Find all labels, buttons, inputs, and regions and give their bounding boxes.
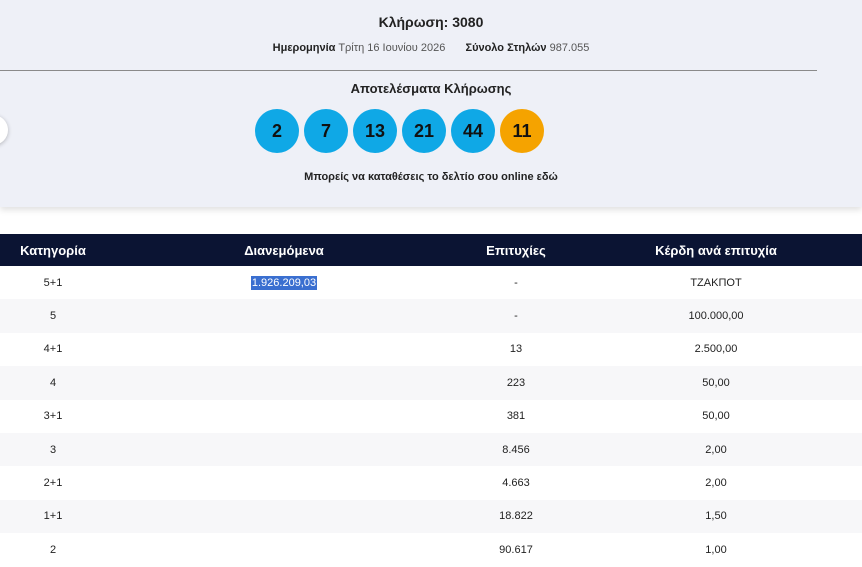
prize-cell: 50,00 bbox=[702, 410, 730, 423]
columns-value: 987.055 bbox=[549, 42, 590, 54]
winners-cell: - bbox=[514, 310, 518, 323]
header-distributed: Διανεμόμενα bbox=[106, 234, 462, 266]
date-label: Ημερομηνία bbox=[272, 42, 336, 54]
winners-cell: 381 bbox=[506, 410, 526, 423]
winners-cell: 4.663 bbox=[502, 477, 530, 490]
number-ball: 13 bbox=[353, 109, 397, 153]
table-row: 3 8.456 2,00 bbox=[0, 432, 862, 467]
winners-cell: 13 bbox=[509, 343, 523, 356]
category-cell: 3+1 bbox=[43, 410, 63, 423]
number-ball: 44 bbox=[451, 109, 495, 153]
category-cell: 4 bbox=[49, 376, 57, 389]
category-cell: 1+1 bbox=[43, 510, 63, 523]
category-cell: 5+1 bbox=[43, 276, 63, 289]
distributed-cell bbox=[106, 500, 462, 533]
category-cell: 2+1 bbox=[43, 477, 63, 490]
table-row: 4+1 13 2.500,00 bbox=[0, 332, 862, 367]
prize-cell: ΤΖΑΚΠΟΤ bbox=[690, 276, 742, 289]
draw-meta: Ημερομηνία Τρίτη 16 Ιουνίου 2026 Σύνολο … bbox=[0, 42, 862, 54]
prize-cell: 2,00 bbox=[705, 443, 727, 456]
distributed-cell bbox=[106, 299, 462, 332]
prize-cell: 2,00 bbox=[705, 477, 727, 490]
prize-cell: 1,50 bbox=[705, 510, 727, 523]
table-header-row: Κατηγορία Διανεμόμενα Επιτυχίες Κέρδη αν… bbox=[0, 234, 862, 266]
distributed-cell: 1.926.209,03 bbox=[106, 266, 462, 299]
prize-cell: 100.000,00 bbox=[688, 310, 744, 323]
date-value: Τρίτη 16 Ιουνίου 2026 bbox=[338, 42, 446, 54]
draw-panel: Κλήρωση: 3080 Ημερομηνία Τρίτη 16 Ιουνίο… bbox=[0, 0, 862, 207]
table-row: 5 - 100.000,00 bbox=[0, 299, 862, 333]
category-cell: 2 bbox=[49, 543, 57, 556]
table-row: 2+1 4.663 2,00 bbox=[0, 466, 862, 500]
category-cell: 4+1 bbox=[43, 343, 63, 356]
distributed-cell bbox=[106, 400, 462, 433]
table-row: 4 223 50,00 bbox=[0, 366, 862, 400]
number-ball: 21 bbox=[402, 109, 446, 153]
distributed-cell bbox=[106, 466, 462, 499]
number-ball: 7 bbox=[304, 109, 348, 153]
distributed-cell bbox=[106, 366, 462, 399]
winning-numbers: 2 7 13 21 44 11 bbox=[255, 109, 544, 153]
winners-cell: 8.456 bbox=[502, 443, 530, 456]
distributed-cell bbox=[106, 433, 462, 466]
header-category: Κατηγορία bbox=[0, 234, 106, 266]
columns-label: Σύνολο Στηλών bbox=[465, 42, 547, 54]
header-prize: Κέρδη ανά επιτυχία bbox=[570, 234, 862, 266]
table-row: 3+1 381 50,00 bbox=[0, 399, 862, 433]
results-title: Αποτελέσματα Κλήρωσης bbox=[350, 81, 512, 96]
divider bbox=[0, 70, 817, 71]
prize-cell: 1,00 bbox=[705, 543, 727, 556]
carousel-prev-button[interactable] bbox=[0, 115, 8, 145]
prize-table: Κατηγορία Διανεμόμενα Επιτυχίες Κέρδη αν… bbox=[0, 234, 862, 567]
bonus-ball: 11 bbox=[500, 109, 544, 153]
category-cell: 5 bbox=[49, 310, 57, 323]
winners-cell: 223 bbox=[506, 376, 526, 389]
winners-cell: 90.617 bbox=[499, 543, 533, 556]
table-row: 5+1 1.926.209,03 - ΤΖΑΚΠΟΤ bbox=[0, 266, 862, 300]
category-cell: 3 bbox=[49, 443, 57, 456]
draw-title: Κλήρωση: 3080 bbox=[378, 14, 484, 30]
distributed-cell bbox=[106, 333, 462, 366]
table-row: 2 90.617 1,00 bbox=[0, 533, 862, 567]
selected-text: 1.926.209,03 bbox=[250, 275, 318, 290]
prize-cell: 2.500,00 bbox=[694, 343, 738, 356]
header-winners: Επιτυχίες bbox=[462, 234, 570, 266]
table-row: 1+1 18.822 1,50 bbox=[0, 499, 862, 534]
winners-cell: 18.822 bbox=[499, 510, 533, 523]
number-ball: 2 bbox=[255, 109, 299, 153]
play-online-link[interactable]: Μπορείς να καταθέσεις το δελτίο σου onli… bbox=[0, 171, 862, 183]
winners-cell: - bbox=[514, 276, 518, 289]
prize-cell: 50,00 bbox=[702, 376, 730, 389]
distributed-cell bbox=[106, 533, 462, 566]
